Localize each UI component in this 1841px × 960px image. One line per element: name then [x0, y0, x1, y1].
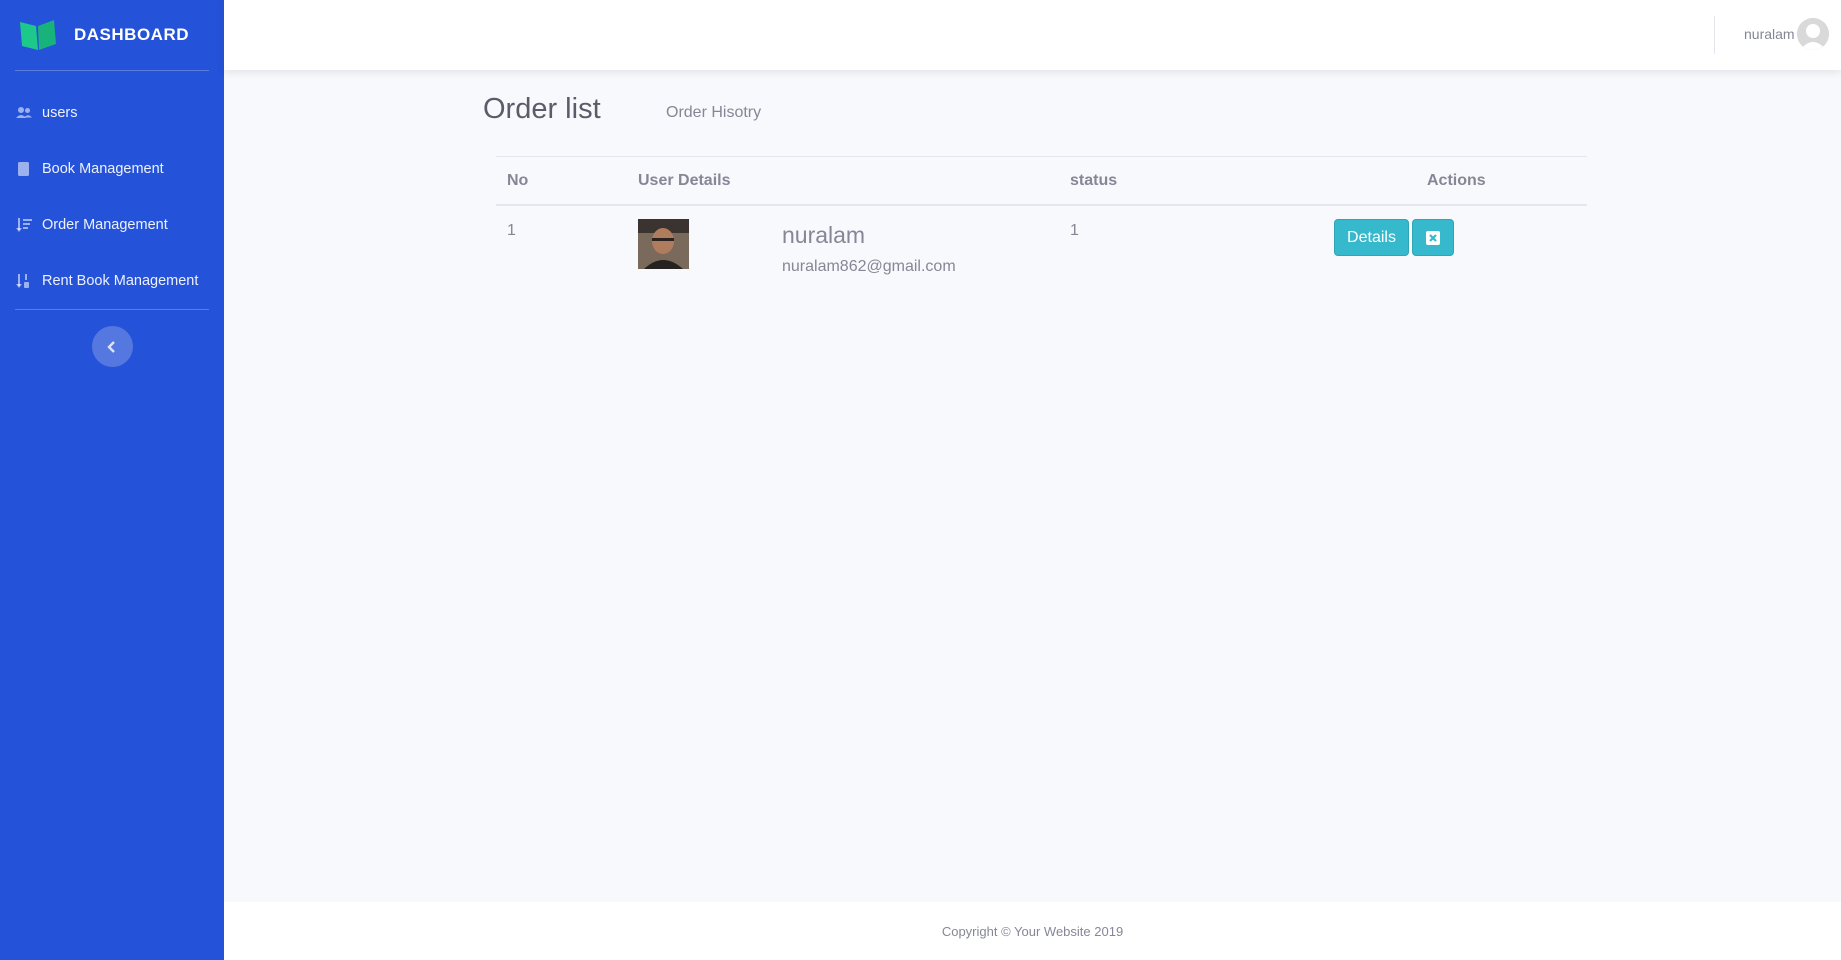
user-avatar-icon[interactable] [1797, 18, 1829, 50]
page-title: Order list [483, 93, 601, 125]
sidebar-nav: users Book Management Order Management R… [0, 71, 224, 309]
sidebar-item-label: users [42, 105, 78, 121]
row-number: 1 [507, 222, 516, 239]
table-row: 1 nuralam nuralam862@gmail.com 1 Details [496, 206, 1587, 296]
sidebar-item-label: Order Management [42, 217, 168, 233]
order-table: No User Details status Actions 1 nuralam… [496, 156, 1587, 296]
sort-amount-icon [16, 218, 32, 232]
brand-title: DASHBOARD [74, 25, 189, 44]
details-button[interactable]: Details [1334, 219, 1409, 256]
sidebar-item-order-management[interactable]: Order Management [0, 197, 224, 253]
column-header-actions: Actions [1427, 172, 1486, 189]
user-email: nuralam862@gmail.com [782, 258, 956, 275]
users-icon [16, 107, 32, 118]
table-header: No User Details status Actions [496, 156, 1587, 206]
order-status: 1 [1070, 222, 1079, 239]
sidebar-item-book-management[interactable]: Book Management [0, 141, 224, 197]
sidebar-item-rent-book-management[interactable]: Rent Book Management [0, 253, 224, 309]
close-box-icon [1426, 230, 1440, 245]
delete-button[interactable] [1412, 219, 1454, 256]
column-header-status: status [1070, 172, 1118, 189]
sort-numeric-icon [16, 274, 29, 288]
copyright-text: Copyright © Your Website 2019 [941, 923, 1124, 939]
column-header-no: No [507, 172, 529, 189]
sidebar-item-users[interactable]: users [0, 85, 224, 141]
user-photo-image [638, 219, 689, 269]
topbar-divider [1714, 16, 1715, 54]
footer: Copyright © Your Website 2019 [224, 902, 1841, 960]
sidebar: DASHBOARD users Book Management Order Ma… [0, 0, 224, 960]
book-icon [18, 162, 29, 176]
user-fullname: nuralam [782, 222, 866, 248]
user-photo [638, 219, 689, 269]
sidebar-item-label: Book Management [42, 161, 164, 177]
page-subtitle[interactable]: Order Hisotry [666, 104, 761, 122]
user-silhouette-icon [1797, 18, 1829, 50]
sidebar-toggle-wrap [0, 310, 224, 367]
sidebar-item-label: Rent Book Management [42, 273, 199, 289]
topbar: nuralam [224, 0, 1841, 70]
user-name[interactable]: nuralam [1744, 26, 1795, 42]
book-open-icon [20, 20, 56, 50]
brand[interactable]: DASHBOARD [0, 0, 224, 70]
column-header-user-details: User Details [638, 172, 731, 189]
chevron-left-icon [107, 340, 115, 353]
sidebar-toggle-button[interactable] [91, 326, 133, 367]
